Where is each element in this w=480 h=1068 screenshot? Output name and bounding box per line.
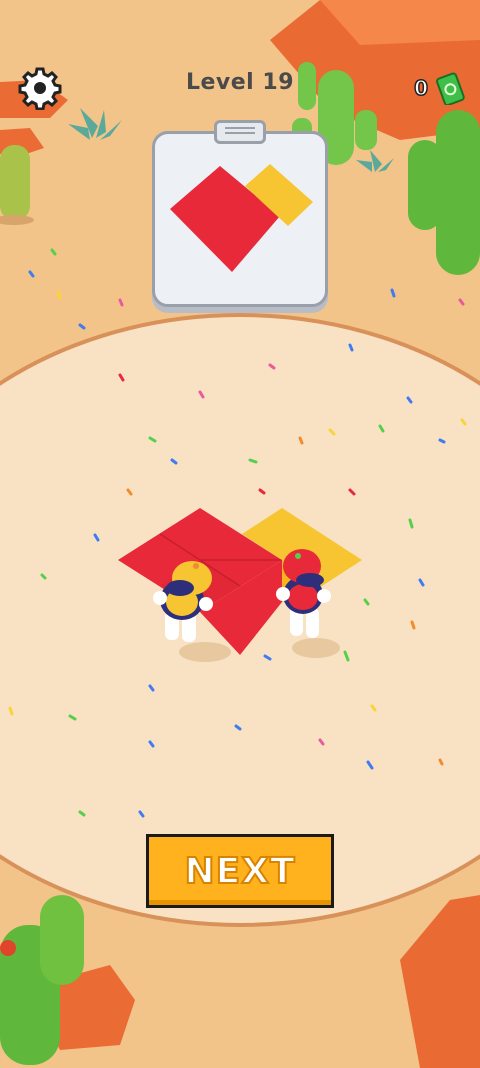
target-card — [152, 131, 328, 307]
next-button-label: NEXT — [183, 850, 296, 893]
cash-icon — [436, 72, 465, 105]
level-label: Level 19 — [185, 70, 295, 95]
target-shape — [170, 164, 313, 272]
card-clip — [214, 120, 266, 144]
cash-counter: 0 — [413, 70, 466, 106]
next-button[interactable]: NEXT — [146, 834, 334, 908]
cash-count: 0 — [413, 75, 428, 101]
